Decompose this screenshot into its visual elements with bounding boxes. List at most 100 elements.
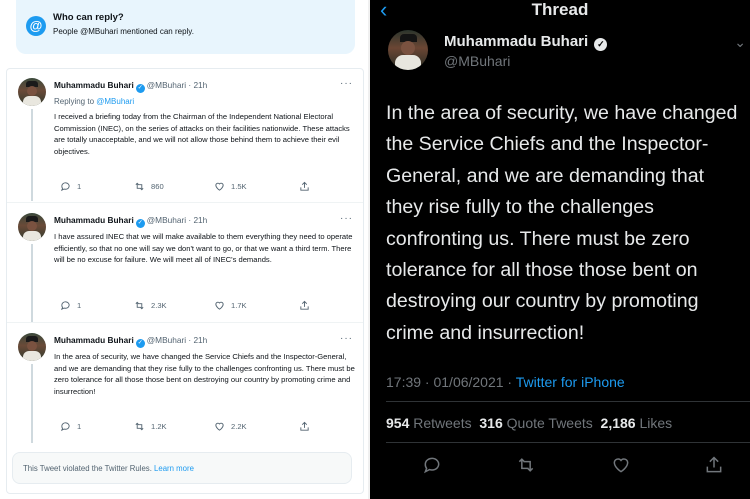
tweet-text-line: In the area of security, we have changed [386, 102, 738, 124]
tweet-3[interactable]: Muhammadu Buhari ✓ @MBuhari · 21h ··· In t… [7, 322, 363, 443]
tweet-text-line: tolerance for all those those bent on [386, 259, 698, 282]
tweet-actions: 1 860 1.5K [54, 181, 334, 195]
tweet-text-line: General, and we are demanding that [386, 164, 705, 187]
verified-icon: ✓ [135, 339, 145, 348]
like-count: 1.5K [231, 182, 247, 191]
like-button[interactable]: 1.5K [214, 181, 247, 192]
tweet-text: I received a briefing today from the Cha… [54, 112, 350, 156]
reply-count: 1 [77, 422, 82, 431]
like-icon [215, 182, 224, 191]
like-button[interactable]: 2.2K [214, 421, 247, 432]
tweet-text-line: crime and insurrection! [386, 321, 585, 344]
retweet-button[interactable]: 860 [134, 181, 164, 192]
tweet-source-link[interactable]: Twitter for iPhone [516, 374, 625, 390]
tweet-text-line: confronting us. There must be zero [386, 227, 690, 250]
retweet-icon [135, 422, 144, 431]
more-icon[interactable]: ··· [340, 213, 353, 224]
like-count: 1.7K [231, 301, 247, 310]
violation-text: This Tweet violated the Twitter Rules. [23, 464, 155, 473]
reply-count: 1 [77, 301, 82, 310]
avatar[interactable] [18, 333, 46, 361]
tweet-text: I have assured INEC that we will make av… [54, 232, 353, 265]
retweet-count: 2.3K [151, 301, 167, 310]
tweet-author-name[interactable]: Muhammadu Buhari [54, 335, 134, 345]
like-icon [215, 422, 224, 431]
share-icon [300, 300, 309, 310]
more-icon[interactable]: ··· [340, 333, 353, 344]
thread-box: Muhammadu Buhari ✓ @MBuhari · 21h ··· Repl… [6, 68, 364, 494]
share-button[interactable] [704, 455, 724, 475]
retweet-button[interactable]: 2.3K [134, 300, 167, 311]
replying-to: Replying to @MBuhari [54, 97, 135, 106]
tweet-2[interactable]: Muhammadu Buhari ✓ @MBuhari · 21h ··· I ha… [7, 202, 363, 322]
divider [386, 401, 750, 402]
like-button[interactable] [611, 455, 631, 475]
reply-count: 1 [77, 182, 82, 191]
retweet-count: 860 [151, 182, 164, 191]
reply-icon [60, 301, 70, 311]
tweet-violation-notice: This Tweet violated the Twitter Rules. L… [12, 452, 352, 484]
divider [386, 442, 750, 443]
like-button[interactable]: 1.7K [214, 300, 247, 311]
more-icon[interactable]: ⌄ [734, 34, 746, 51]
reply-button[interactable]: 1 [60, 181, 81, 192]
verified-icon: ✓ [594, 38, 608, 51]
tweet-text-line: the Service Chiefs and the Inspector- [386, 133, 709, 156]
who-can-reply-title: Who can reply? [53, 12, 124, 23]
reply-button[interactable]: 1 [60, 421, 81, 432]
tweet-text-line: destroying our country by promoting [386, 290, 699, 313]
share-icon [300, 181, 309, 191]
who-can-reply-banner: @ Who can reply? People @MBuhari mention… [16, 0, 355, 54]
retweet-button[interactable]: 1.2K [134, 421, 167, 432]
like-icon [613, 458, 629, 473]
reply-icon [60, 422, 70, 432]
tweet-author-name[interactable]: Muhammadu Buhari [54, 215, 134, 225]
avatar[interactable] [388, 30, 428, 70]
quote-tweets-count[interactable]: 316 [479, 415, 502, 431]
retweet-icon [135, 182, 144, 191]
retweet-icon [135, 301, 144, 310]
reply-icon [423, 457, 440, 474]
retweet-button[interactable] [516, 455, 536, 475]
tweet-stats: 954 Retweets 316 Quote Tweets 2,186 Like… [386, 415, 673, 431]
at-icon: @ [26, 16, 46, 36]
learn-more-link[interactable]: Learn more [154, 464, 194, 473]
verified-icon: ✓ [135, 219, 145, 228]
verified-icon: ✓ [135, 84, 145, 93]
thread-title: Thread [531, 0, 589, 19]
tweet-actions: 1 1.2K 2.2K [54, 421, 334, 435]
tweet-author-name[interactable]: Muhammadu Buhari [444, 33, 588, 50]
share-icon [300, 421, 309, 431]
left-panel: @ Who can reply? People @MBuhari mention… [0, 0, 368, 499]
right-panel: ‹ Thread Muhammadu Buhari ✓ @MBuhari ⌄ I… [370, 0, 750, 499]
tweet-meta: @MBuhari · 21h [146, 335, 208, 345]
tweet-1[interactable]: Muhammadu Buhari ✓ @MBuhari · 21h ··· Repl… [7, 69, 363, 202]
tweet-author-name[interactable]: Muhammadu Buhari [54, 80, 134, 90]
share-button[interactable] [299, 181, 310, 192]
retweet-count: 1.2K [151, 422, 167, 431]
more-icon[interactable]: ··· [340, 78, 353, 89]
replying-to-handle[interactable]: @MBuhari [96, 97, 134, 106]
share-button[interactable] [299, 421, 310, 432]
likes-count[interactable]: 2,186 [601, 415, 636, 431]
tweet-author-handle[interactable]: @MBuhari [444, 53, 510, 69]
reply-button[interactable]: 1 [60, 300, 81, 311]
avatar[interactable] [18, 78, 46, 106]
tweet-actions: 1 2.3K 1.7K [54, 300, 334, 314]
tweet-meta: @MBuhari · 21h [146, 215, 208, 225]
tweet-text-line: they rise fully to the challenges [386, 196, 654, 219]
reply-icon [60, 182, 70, 192]
tweet-timestamp: 17:39 · 01/06/2021 · Twitter for iPhone [386, 374, 625, 390]
share-button[interactable] [299, 300, 310, 311]
tweet-text: In the area of security, we have changed… [386, 98, 750, 349]
like-icon [215, 301, 224, 310]
reply-button[interactable] [422, 455, 442, 475]
tweet-text: In the area of security, we have changed… [54, 352, 355, 396]
retweets-count[interactable]: 954 [386, 415, 409, 431]
avatar[interactable] [18, 213, 46, 241]
share-icon [706, 456, 722, 473]
who-can-reply-subtitle: People @MBuhari mentioned can reply. [53, 27, 194, 36]
retweet-icon [518, 458, 534, 472]
like-count: 2.2K [231, 422, 247, 431]
tweet-actions [370, 455, 750, 479]
